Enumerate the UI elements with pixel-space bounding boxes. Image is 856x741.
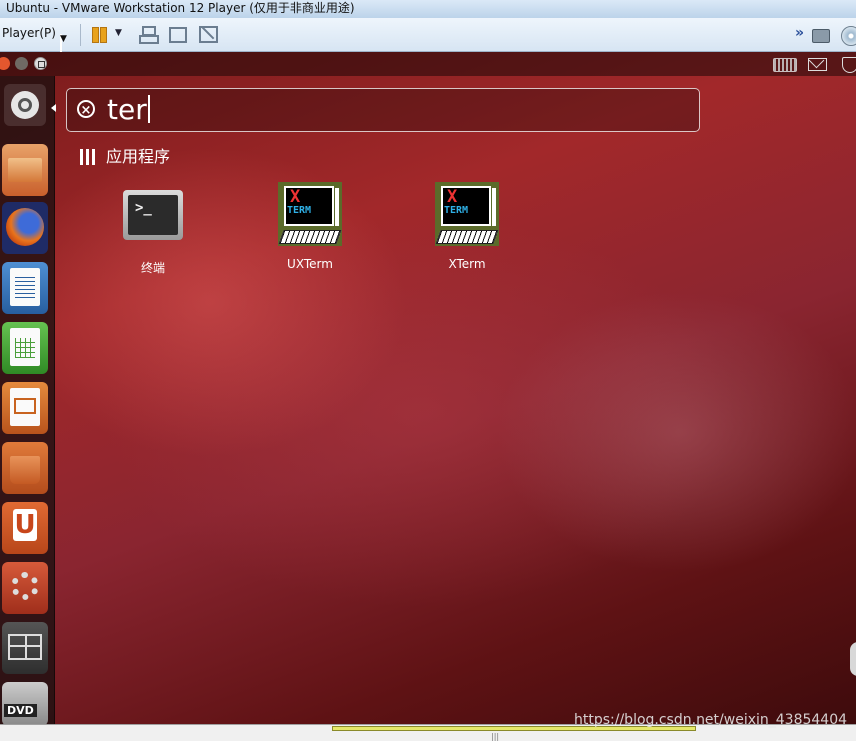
xterm-logo-icon: X TERM	[278, 182, 342, 246]
network-indicator-icon[interactable]	[842, 57, 856, 73]
clear-search-icon[interactable]: ×	[77, 100, 95, 118]
app-label: 终端	[140, 261, 165, 275]
keyboard-icon	[435, 230, 499, 244]
ubuntu-logo-icon	[11, 91, 39, 119]
terminal-icon	[121, 184, 185, 248]
maximize-window-button[interactable]	[34, 57, 47, 70]
xterm-side	[492, 188, 496, 226]
pause-button[interactable]	[90, 25, 110, 43]
watermark-text: https://blog.csdn.net/weixin_43854404	[574, 712, 848, 728]
text-caret	[147, 95, 150, 123]
toolbar-divider	[80, 24, 81, 46]
messaging-indicator-icon[interactable]	[808, 58, 827, 71]
applications-category-icon	[80, 149, 95, 165]
uxterm-icon: X TERM	[278, 182, 342, 246]
ubuntu-desktop: × ter 应用程序 终端 X TERM UXTerm X TERM	[0, 52, 856, 724]
unity-mode-button[interactable]	[198, 25, 218, 43]
firefox-launcher-icon[interactable]	[2, 202, 48, 254]
app-result-uxterm[interactable]: X TERM UXTerm	[240, 182, 380, 271]
system-settings-launcher-icon[interactable]	[2, 562, 48, 614]
scroll-handle[interactable]	[850, 642, 856, 676]
dash-search-box[interactable]: × ter	[66, 88, 700, 132]
double-chevron-right-icon[interactable]: »	[795, 25, 804, 41]
xterm-side	[335, 188, 339, 226]
cd-drive-icon[interactable]	[841, 26, 856, 46]
keyboard-indicator-icon[interactable]	[773, 58, 797, 72]
vmware-toolbar: Player(P) ▼ ▼ »	[0, 18, 856, 62]
libreoffice-impress-launcher-icon[interactable]	[2, 382, 48, 434]
search-input[interactable]: ter	[107, 93, 150, 127]
libreoffice-calc-launcher-icon[interactable]	[2, 322, 48, 374]
dvd-drive-launcher-icon[interactable]	[2, 682, 48, 724]
keyboard-icon	[278, 230, 342, 244]
category-label: 应用程序	[106, 147, 171, 166]
xterm-x-letter: X	[447, 187, 458, 207]
network-icon-base	[139, 35, 159, 44]
pause-dropdown-icon[interactable]: ▼	[115, 28, 122, 38]
active-arrow-icon	[51, 104, 56, 112]
fit-guest-button[interactable]	[168, 25, 188, 43]
app-result-terminal[interactable]: 终端	[83, 184, 223, 276]
xterm-x-letter: X	[290, 187, 301, 207]
fit-window-icon	[169, 27, 187, 43]
software-center-launcher-icon[interactable]	[2, 442, 48, 494]
app-label: XTerm	[448, 257, 486, 271]
xterm-logo-icon: X TERM	[435, 182, 499, 246]
player-menu-label: Player(P)	[2, 26, 56, 40]
dash-home-button[interactable]	[4, 84, 46, 126]
window-title: Ubuntu - VMware Workstation 12 Player (仅…	[6, 1, 355, 15]
app-label: UXTerm	[287, 257, 333, 271]
files-launcher-icon[interactable]	[2, 144, 48, 196]
xterm-icon: X TERM	[435, 182, 499, 246]
terminal-screen-icon	[123, 190, 183, 240]
close-window-button[interactable]	[0, 57, 10, 70]
resize-grip-icon[interactable]: |||	[491, 732, 499, 741]
pause-icon-bar	[100, 27, 107, 43]
top-panel	[0, 52, 856, 76]
send-ctrl-alt-del-button[interactable]	[138, 25, 159, 44]
vmware-title-bar: Ubuntu - VMware Workstation 12 Player (仅…	[0, 0, 856, 18]
workspace-switcher-launcher-icon[interactable]	[2, 622, 48, 674]
pause-icon	[92, 27, 99, 43]
xterm-term-text: TERM	[444, 205, 469, 216]
minimize-window-button[interactable]	[15, 57, 28, 70]
libreoffice-writer-launcher-icon[interactable]	[2, 262, 48, 314]
xterm-term-text: TERM	[287, 205, 312, 216]
unity-launcher	[0, 76, 56, 724]
ubuntu-one-launcher-icon[interactable]	[2, 502, 48, 554]
app-result-xterm[interactable]: X TERM XTerm	[397, 182, 537, 271]
search-query-text: ter	[107, 93, 147, 126]
hard-disk-icon[interactable]	[812, 29, 830, 43]
